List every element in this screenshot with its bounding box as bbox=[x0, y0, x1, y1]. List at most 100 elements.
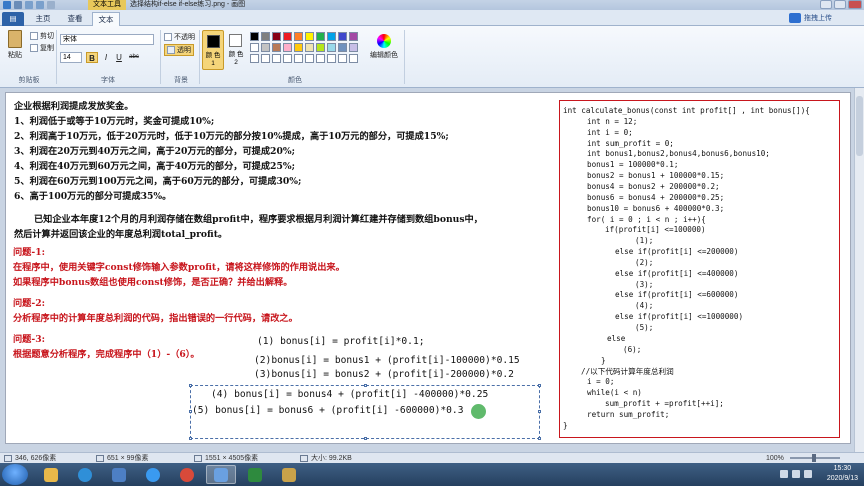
custom-color-swatch[interactable] bbox=[250, 54, 259, 63]
close-button[interactable] bbox=[848, 0, 862, 9]
custom-color-swatch[interactable] bbox=[305, 54, 314, 63]
resize-handle[interactable] bbox=[538, 437, 541, 440]
taskbar-explorer[interactable] bbox=[36, 465, 66, 484]
palette-swatch[interactable] bbox=[349, 32, 358, 41]
palette-swatch[interactable] bbox=[305, 32, 314, 41]
custom-color-swatch[interactable] bbox=[349, 54, 358, 63]
color-2-button[interactable]: 颜 色 2 bbox=[227, 30, 245, 70]
edit-colors-button[interactable]: 编辑颜色 bbox=[370, 34, 398, 60]
palette-swatch[interactable] bbox=[338, 43, 347, 52]
palette-swatch[interactable] bbox=[327, 43, 336, 52]
app-icon bbox=[112, 467, 126, 482]
taskbar-app[interactable] bbox=[104, 465, 134, 484]
minimize-button[interactable] bbox=[820, 0, 832, 9]
custom-color-swatch[interactable] bbox=[272, 54, 281, 63]
image-canvas[interactable]: 企业根据利润提成发放奖金。 1、利润低于或等于10万元时，奖金可提成10%; 2… bbox=[5, 92, 851, 444]
custom-color-swatch[interactable] bbox=[283, 54, 292, 63]
scrollbar-thumb[interactable] bbox=[856, 96, 863, 156]
ribbon-tabs: ▤ 主页 查看 文本 拖拽上传 bbox=[0, 10, 864, 26]
code-line: else if(profit[i] <=600000) bbox=[615, 290, 739, 300]
cloud-upload-icon bbox=[789, 13, 801, 23]
resize-handle[interactable] bbox=[364, 437, 367, 440]
palette-swatch[interactable] bbox=[283, 32, 292, 41]
maximize-button[interactable] bbox=[834, 0, 846, 9]
transparent-button[interactable]: 透明 bbox=[164, 44, 194, 56]
palette-swatch[interactable] bbox=[272, 32, 281, 41]
palette-swatch[interactable] bbox=[294, 32, 303, 41]
window-controls bbox=[820, 0, 862, 9]
opaque-button[interactable]: 不透明 bbox=[164, 32, 195, 42]
custom-color-swatch[interactable] bbox=[338, 54, 347, 63]
font-size-select[interactable]: 14 bbox=[60, 52, 82, 63]
clipboard-group-label: 剪贴板 bbox=[18, 77, 40, 84]
palette-swatch[interactable] bbox=[261, 43, 270, 52]
palette-swatch[interactable] bbox=[250, 43, 259, 52]
tab-view[interactable]: 查看 bbox=[60, 12, 90, 26]
color-1-button[interactable]: 颜 色 1 bbox=[202, 30, 224, 70]
italic-button[interactable]: I bbox=[100, 52, 112, 63]
paste-button[interactable]: 粘贴 bbox=[4, 30, 26, 60]
resize-handle[interactable] bbox=[538, 410, 541, 413]
code-line: bonus6 = bonus4 + 200000*0.25; bbox=[587, 192, 725, 202]
clock[interactable]: 15:30 2020/9/13 bbox=[827, 464, 858, 484]
zoom-slider-knob[interactable] bbox=[812, 454, 816, 462]
palette-swatch[interactable] bbox=[349, 43, 358, 52]
vertical-scrollbar[interactable] bbox=[854, 88, 864, 452]
palette-swatch[interactable] bbox=[327, 32, 336, 41]
taskbar-excel[interactable] bbox=[240, 465, 270, 484]
quick-access-dropdown-icon[interactable] bbox=[47, 1, 55, 9]
palette-swatch[interactable] bbox=[283, 43, 292, 52]
copy-button[interactable]: 复制 bbox=[30, 43, 54, 53]
resize-handle[interactable] bbox=[189, 437, 192, 440]
bold-button[interactable]: B bbox=[86, 52, 98, 63]
ribbon-separator bbox=[199, 30, 200, 84]
taskbar-editor[interactable] bbox=[274, 465, 304, 484]
system-tray bbox=[780, 470, 812, 478]
palette-swatch[interactable] bbox=[294, 43, 303, 52]
strikethrough-button[interactable]: abc bbox=[126, 52, 142, 63]
custom-color-swatch[interactable] bbox=[261, 54, 270, 63]
zoom-slider[interactable] bbox=[790, 454, 840, 462]
palette-swatch[interactable] bbox=[338, 32, 347, 41]
palette-swatch[interactable] bbox=[316, 32, 325, 41]
tab-text[interactable]: 文本 bbox=[92, 12, 120, 26]
code-line: } bbox=[601, 355, 606, 365]
code-line: else if(profit[i] <=400000) bbox=[615, 268, 739, 278]
code-line: (5); bbox=[635, 323, 654, 332]
custom-color-swatch[interactable] bbox=[316, 54, 325, 63]
custom-color-swatch[interactable] bbox=[327, 54, 336, 63]
palette-swatch[interactable] bbox=[316, 43, 325, 52]
drag-upload-button[interactable]: 拖拽上传 bbox=[789, 13, 832, 23]
palette-swatch[interactable] bbox=[250, 32, 259, 41]
redo-icon[interactable] bbox=[36, 1, 44, 9]
tab-home[interactable]: 主页 bbox=[28, 12, 58, 26]
custom-color-swatch[interactable] bbox=[294, 54, 303, 63]
cut-button[interactable]: 剪切 bbox=[30, 31, 54, 41]
taskbar-paint[interactable] bbox=[206, 465, 236, 484]
transparent-label: 透明 bbox=[177, 47, 191, 54]
palette-swatch[interactable] bbox=[272, 43, 281, 52]
resize-handle[interactable] bbox=[189, 384, 192, 387]
palette-swatch[interactable] bbox=[305, 43, 314, 52]
palette-swatch[interactable] bbox=[261, 32, 270, 41]
save-icon[interactable] bbox=[14, 1, 22, 9]
taskbar-browser[interactable] bbox=[172, 465, 202, 484]
code-line: sum_profit + =profit[++i]; bbox=[605, 398, 724, 408]
resize-handle[interactable] bbox=[364, 384, 367, 387]
tray-volume-icon[interactable] bbox=[804, 470, 812, 478]
taskbar-player[interactable] bbox=[70, 465, 100, 484]
resize-handle[interactable] bbox=[538, 384, 541, 387]
start-button[interactable] bbox=[2, 464, 28, 485]
undo-icon[interactable] bbox=[25, 1, 33, 9]
font-family-select[interactable]: 宋体 bbox=[60, 34, 154, 45]
tray-flag-icon[interactable] bbox=[780, 470, 788, 478]
taskbar-baidu-netdisk[interactable] bbox=[138, 465, 168, 484]
tab-file[interactable]: ▤ bbox=[2, 12, 24, 26]
canvas-area[interactable]: 企业根据利润提成发放奖金。 1、利润低于或等于10万元时，奖金可提成10%; 2… bbox=[0, 88, 864, 452]
status-bar: 346, 626像素 651 × 99像素 1551 × 4505像素 大小: … bbox=[0, 452, 864, 463]
tray-network-icon[interactable] bbox=[792, 470, 800, 478]
image-size-icon bbox=[194, 455, 202, 462]
underline-button[interactable]: U bbox=[113, 52, 125, 63]
code-line: (3); bbox=[635, 279, 654, 289]
code-line: else if(profit[i] <=200000) bbox=[615, 247, 739, 257]
